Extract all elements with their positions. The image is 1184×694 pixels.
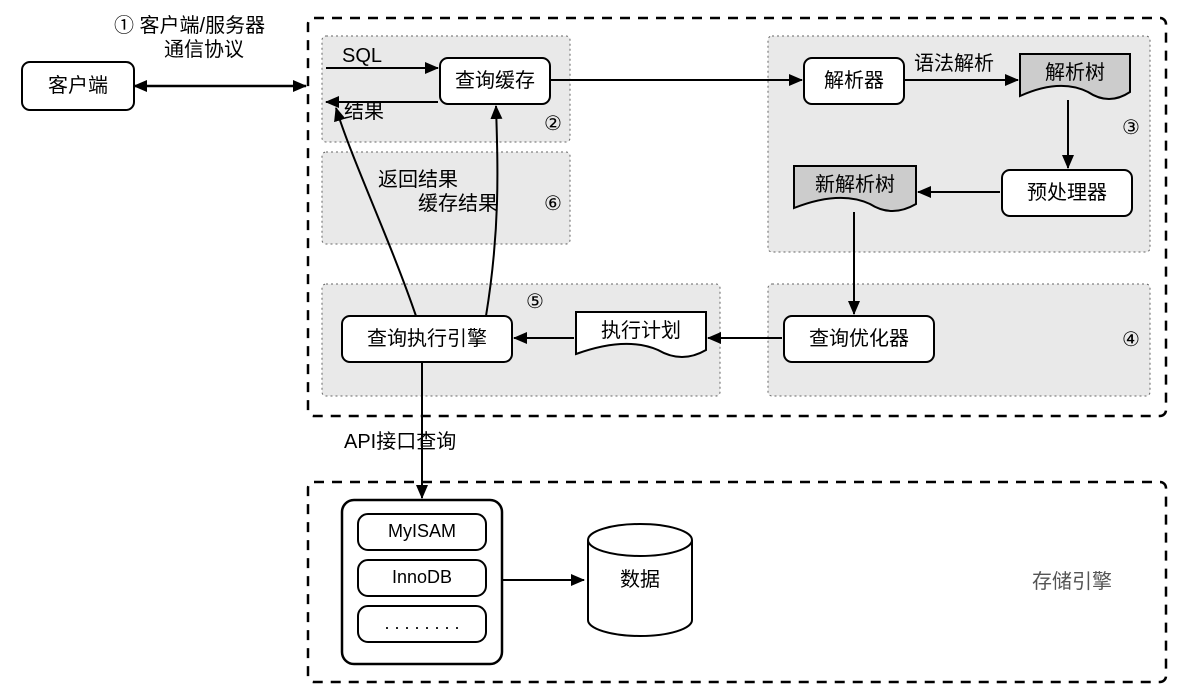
syntax-parsing-label: 语法解析 xyxy=(914,52,994,76)
preprocessor-box: 预处理器 xyxy=(1002,170,1132,216)
engine-innodb: InnoDB xyxy=(358,560,486,596)
cache-result-label: 缓存结果 xyxy=(418,192,498,216)
mark-5: ⑤ xyxy=(526,290,544,314)
exec-plan-doc: 执行计划 xyxy=(576,314,706,348)
query-cache-box: 查询缓存 xyxy=(440,58,550,104)
step-1-line2: 通信协议 xyxy=(164,38,244,62)
api-query-label: API接口查询 xyxy=(344,430,456,454)
step-1-line1: ① 客户端/服务器 xyxy=(114,14,265,38)
parse-tree-doc: 解析树 xyxy=(1020,56,1130,90)
engine-ellipsis: . . . . . . . . xyxy=(358,606,486,642)
mark-2: ② xyxy=(544,112,562,136)
query-optimizer-box: 查询优化器 xyxy=(784,316,934,362)
query-exec-engine-box: 查询执行引擎 xyxy=(342,316,512,362)
mark-3: ③ xyxy=(1122,116,1140,140)
mark-6: ⑥ xyxy=(544,192,562,216)
engine-myisam: MyISAM xyxy=(358,514,486,550)
new-parse-tree-doc: 新解析树 xyxy=(794,168,916,202)
result-label: 结果 xyxy=(344,100,384,124)
sql-label: SQL xyxy=(342,44,382,68)
mark-4: ④ xyxy=(1122,328,1140,352)
data-cylinder-label: 数据 xyxy=(588,556,692,604)
return-result-label: 返回结果 xyxy=(378,168,458,192)
storage-engine-label: 存储引擎 xyxy=(1032,570,1112,594)
parser-box: 解析器 xyxy=(804,58,904,104)
client-box: 客户端 xyxy=(22,62,134,110)
